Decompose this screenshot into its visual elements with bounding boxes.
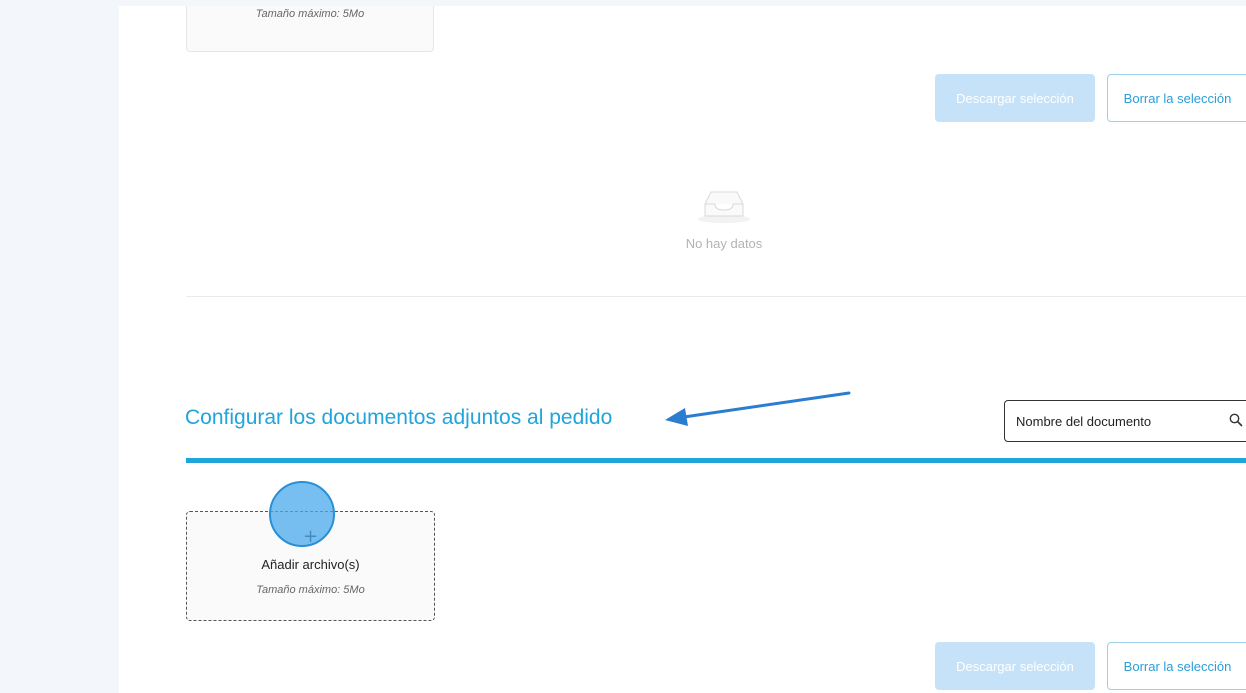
- clear-selection-button[interactable]: Borrar la selección: [1107, 74, 1246, 122]
- inbox-icon: [698, 191, 750, 223]
- upload-dropzone-previous[interactable]: Tamaño máximo: 5Mo: [186, 6, 434, 52]
- empty-state-text: No hay datos: [685, 236, 763, 251]
- download-selection-button[interactable]: Descargar selección: [935, 74, 1095, 122]
- main-panel: Tamaño máximo: 5Mo Descargar selección B…: [119, 6, 1246, 693]
- section-underline: [186, 458, 1246, 463]
- document-search-input[interactable]: [1016, 401, 1216, 441]
- clear-selection-button[interactable]: Borrar la selección: [1107, 642, 1246, 690]
- section-divider: [186, 296, 1246, 297]
- plus-icon: +: [302, 526, 319, 547]
- download-selection-button[interactable]: Descargar selección: [935, 642, 1095, 690]
- arrow-annotation-icon: [665, 391, 851, 426]
- section-title: Configurar los documentos adjuntos al pe…: [185, 406, 613, 429]
- empty-state: No hay datos: [624, 184, 824, 251]
- search-icon[interactable]: [1229, 413, 1243, 427]
- max-size-note: Tamaño máximo: 5Mo: [255, 8, 365, 20]
- max-size-note: Tamaño máximo: 5Mo: [256, 584, 365, 596]
- document-search[interactable]: [1004, 400, 1246, 442]
- upload-dropzone[interactable]: + Añadir archivo(s) Tamaño máximo: 5Mo: [186, 511, 435, 621]
- add-files-label: Añadir archivo(s): [261, 557, 360, 572]
